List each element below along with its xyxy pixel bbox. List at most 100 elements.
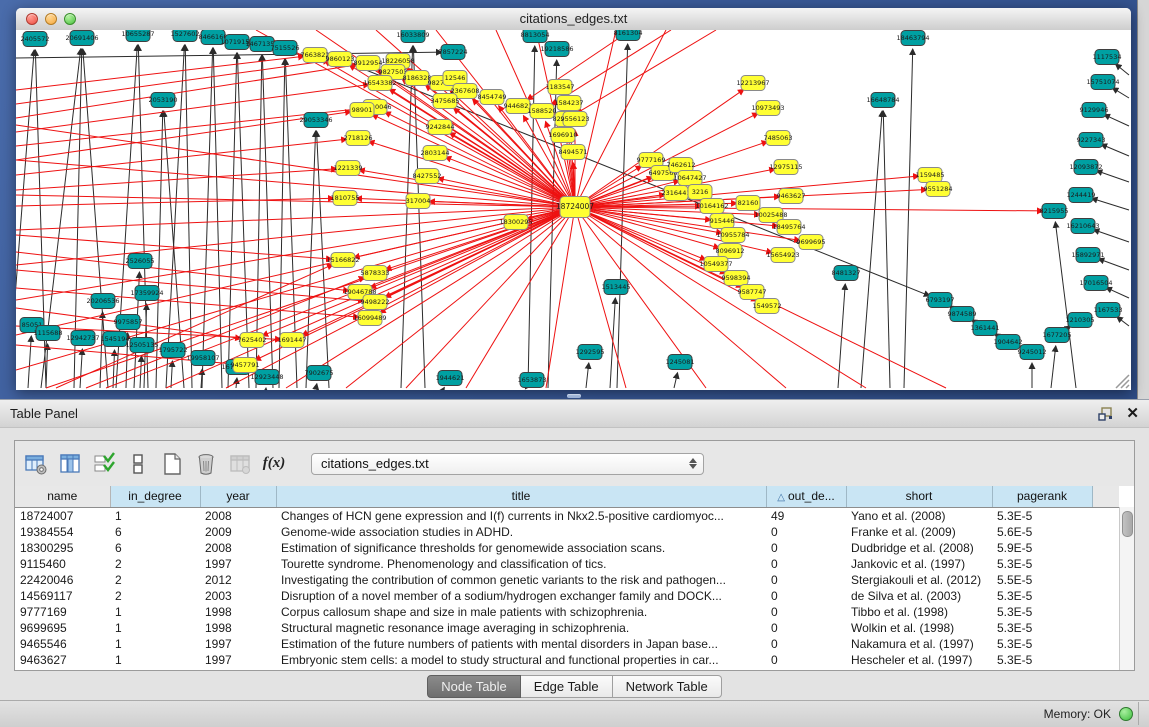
graph-node[interactable]: 9874589 — [948, 307, 977, 322]
graph-node[interactable]: 16033809 — [396, 30, 429, 43]
graph-node[interactable]: 1944621 — [436, 371, 465, 386]
graph-node[interactable]: 8481327 — [832, 266, 861, 281]
graph-node[interactable]: 1696910 — [549, 128, 578, 143]
graph-node[interactable]: 1513445 — [602, 280, 631, 295]
table-row[interactable]: 1830029562008Estimation of significance … — [15, 540, 1119, 556]
graph-node[interactable]: 9556123 — [561, 112, 590, 127]
graph-node[interactable]: 16099489 — [353, 311, 386, 326]
graph-node[interactable]: 2405572 — [21, 32, 50, 47]
graph-node[interactable]: 9975857 — [114, 315, 143, 330]
table-settings-icon[interactable] — [23, 451, 49, 477]
citation-network-graph[interactable]: 2405572206914061065528715276028466160107… — [16, 30, 1131, 390]
graph-hub-node[interactable]: 18724007 — [556, 197, 594, 218]
graph-node[interactable]: 1159485 — [916, 168, 945, 183]
graph-node[interactable]: 10955784 — [716, 228, 749, 243]
graph-node[interactable]: 9587747 — [738, 285, 767, 300]
graph-node[interactable]: 15751074 — [1086, 75, 1119, 90]
graph-node[interactable]: 16210643 — [1066, 219, 1099, 234]
graph-node[interactable]: 915446 — [710, 214, 735, 229]
panel-splitter-handle[interactable] — [567, 394, 581, 398]
graph-node[interactable]: 6793197 — [926, 293, 955, 308]
column-header-out_de[interactable]: △out_de... — [766, 486, 846, 507]
graph-node[interactable]: 1292595 — [576, 345, 605, 360]
graph-node[interactable]: 8454749 — [478, 90, 507, 105]
graph-node[interactable]: 7902675 — [305, 366, 334, 381]
graph-node[interactable]: 10647427 — [673, 171, 706, 186]
graph-node[interactable]: 7857224 — [439, 45, 468, 60]
graph-node[interactable]: 317004 — [406, 194, 431, 209]
graph-node[interactable]: 15892971 — [1071, 248, 1104, 263]
table-selector-dropdown[interactable]: citations_edges.txt — [311, 453, 704, 475]
close-panel-icon[interactable]: ✕ — [1126, 406, 1139, 421]
graph-node[interactable]: 1677205 — [1043, 328, 1072, 343]
graph-node[interactable]: 98901 — [350, 103, 374, 118]
graph-node[interactable]: 8813054 — [521, 30, 550, 43]
graph-node[interactable]: 20206536 — [86, 294, 119, 309]
table-row[interactable]: 1456911722003Disruption of a novel membe… — [15, 588, 1119, 604]
graph-node[interactable]: 19958107 — [186, 351, 219, 366]
table-row[interactable]: 1872400712008Changes of HCN gene express… — [15, 507, 1119, 524]
graph-node[interactable]: 2718126 — [344, 131, 373, 146]
graph-node[interactable]: 1653873 — [518, 373, 547, 388]
graph-node[interactable]: 12505135 — [125, 338, 158, 353]
graph-node[interactable]: 1361441 — [971, 321, 1000, 336]
graph-node[interactable]: 18300295 — [499, 215, 532, 230]
graph-node[interactable]: 3216 — [688, 185, 712, 200]
vertical-scrollbar[interactable] — [1119, 507, 1134, 670]
row-height-icon[interactable] — [125, 451, 151, 477]
graph-node[interactable]: 9245012 — [1018, 345, 1047, 360]
table-row[interactable]: 911546021997Tourette syndrome. Phenomeno… — [15, 556, 1119, 572]
graph-node[interactable]: 17359924 — [130, 286, 163, 301]
graph-node[interactable]: 1549572 — [753, 299, 782, 314]
graph-node[interactable]: 8215955 — [1040, 204, 1069, 219]
table-row[interactable]: 946554611997Estimation of the future num… — [15, 636, 1119, 652]
graph-node[interactable]: 1183547 — [546, 80, 575, 95]
network-canvas[interactable]: 2405572206914061065528715276028466160107… — [16, 30, 1131, 390]
graph-node[interactable]: 7625402 — [238, 333, 267, 348]
graph-node[interactable]: 1115688 — [34, 326, 63, 341]
graph-node[interactable]: 12093872 — [1069, 160, 1102, 175]
graph-node[interactable]: 2316441 — [662, 186, 691, 201]
graph-node[interactable]: 12213967 — [736, 76, 769, 91]
graph-node[interactable]: 7515526 — [271, 41, 300, 56]
graph-node[interactable]: 17016504 — [1079, 276, 1112, 291]
column-header-pagerank[interactable]: pagerank — [992, 486, 1092, 507]
table-row[interactable]: 977716911998Corpus callosum shape and si… — [15, 604, 1119, 620]
graph-node[interactable]: 20691406 — [65, 31, 98, 46]
graph-node[interactable]: 1584237 — [555, 96, 584, 111]
column-header-in_degree[interactable]: in_degree — [110, 486, 200, 507]
table-header-row[interactable]: namein_degreeyeartitle△out_de...shortpag… — [15, 486, 1119, 507]
float-panel-icon[interactable] — [1098, 407, 1114, 421]
canvas-resize-grip-icon[interactable] — [1116, 375, 1129, 388]
column-header-short[interactable]: short — [846, 486, 992, 507]
graph-node[interactable]: 16648784 — [866, 93, 899, 108]
graph-node[interactable]: 15654923 — [766, 248, 799, 263]
graph-node[interactable]: 9699695 — [797, 235, 826, 250]
graph-node[interactable]: 18495764 — [772, 220, 805, 235]
graph-node[interactable]: 1810755 — [331, 191, 360, 206]
graph-node[interactable]: 1245081 — [666, 355, 695, 370]
table-row[interactable]: 1938455462009Genome-wide association stu… — [15, 524, 1119, 540]
table-row[interactable]: 946362711997Embryonic stem cells: a mode… — [15, 652, 1119, 668]
graph-node[interactable]: 1221339 — [334, 161, 363, 176]
new-table-icon[interactable] — [159, 451, 185, 477]
graph-node[interactable]: 2053190 — [149, 93, 178, 108]
graph-node[interactable]: 9551284 — [924, 182, 953, 197]
table-select-rows-icon[interactable] — [91, 451, 117, 477]
graph-node[interactable]: 2526055 — [126, 254, 155, 269]
function-builder-icon[interactable]: f(x) — [261, 451, 287, 477]
graph-node[interactable]: 9463627 — [777, 189, 806, 204]
graph-node[interactable]: 7485063 — [764, 131, 793, 146]
graph-node[interactable]: 1244419 — [1067, 188, 1096, 203]
graph-node[interactable]: 1210305 — [1066, 313, 1095, 328]
graph-node[interactable]: 10973493 — [751, 101, 784, 116]
column-header-name[interactable]: name — [15, 486, 110, 507]
graph-node[interactable]: 9860123 — [326, 52, 355, 67]
graph-node[interactable]: 1795722 — [159, 343, 188, 358]
graph-node[interactable]: 18463794 — [896, 31, 929, 46]
graph-node[interactable]: 1117534 — [1093, 50, 1122, 65]
table-column-icon[interactable] — [57, 451, 83, 477]
graph-node[interactable]: 3475685 — [431, 94, 460, 109]
graph-node[interactable]: 9598394 — [722, 271, 751, 286]
graph-node[interactable]: 8161304 — [614, 30, 643, 41]
